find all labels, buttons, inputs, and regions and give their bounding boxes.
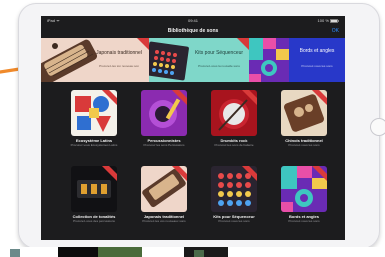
featured-banner: Japonais traditionnel Procurez-les ton n… [41, 38, 345, 82]
photo-stage: iPad ᯤ 09:41 100 % Bibliothèque de sons … [0, 0, 385, 257]
banner-subtitle: Procurez-vous la nouvelle sons [198, 64, 240, 68]
japanese-pack-art [141, 166, 187, 212]
percussion-pack-art [141, 90, 187, 136]
navigation-bar: Bibliothèque de sons OK [41, 25, 345, 38]
status-bar: iPad ᯤ 09:41 100 % [41, 16, 345, 25]
edges-art [289, 38, 345, 82]
tile-subtitle: Procurez-vous des percussions [73, 219, 115, 223]
done-button[interactable]: OK [332, 25, 339, 38]
page-bottom-strip [0, 247, 385, 257]
koto-instrument-art [41, 38, 149, 82]
banner-title: Kits pour Séquenceur [194, 50, 244, 56]
sequencer-art [149, 38, 249, 82]
tile-subtitle: Procurez-vous les sons [218, 219, 250, 223]
tile-subtitle: Procurez-vous Ecosystèmes Latins [70, 143, 118, 147]
banner-item-edges[interactable]: Bords et angles Procurez-vous les sons [289, 38, 345, 82]
home-button[interactable] [370, 118, 385, 136]
status-battery: 100 % [318, 16, 339, 25]
banner-item-sequencer[interactable]: Kits pour Séquenceur Procurez-vous la no… [149, 38, 249, 82]
pattern-art [249, 38, 289, 82]
battery-icon [330, 18, 339, 23]
banner-item-pattern[interactable] [249, 38, 289, 82]
banner-item-japanese[interactable]: Japonais traditionnel Procurez-les ton n… [41, 38, 149, 82]
chinese-pack-art [281, 90, 327, 136]
status-time: 09:41 [187, 18, 198, 23]
banner-subtitle: Procurez-vous les sons [301, 64, 333, 68]
banner-title: Bords et angles [299, 48, 335, 54]
screen: iPad ᯤ 09:41 100 % Bibliothèque de sons … [41, 16, 345, 240]
tonality-pack-art [71, 166, 117, 212]
latin-pack-art [71, 90, 117, 136]
rock-drumkit-art [211, 90, 257, 136]
tile-subtitle: Procurez-vous les sons [288, 219, 320, 223]
page-title: Bibliothèque de sons [167, 28, 219, 34]
banner-title: Japonais traditionnel [96, 50, 142, 56]
banner-subtitle: Procurez-les ton nouveau son [99, 64, 139, 68]
tile-subtitle: Procurez-les sons de batterie [214, 143, 254, 147]
sequencer-pack-art [211, 166, 257, 212]
sound-pack-grid: Ecosystème Latins Procurez-vous Ecosystè… [41, 84, 345, 240]
edges-pack-art [281, 166, 327, 212]
tile-subtitle: Procurez les sons Percussions [143, 143, 185, 147]
tile-subtitle: Procurez-les vos nouveaux sons [142, 219, 186, 223]
tile-subtitle: Procurez-vous les sons [288, 143, 320, 147]
